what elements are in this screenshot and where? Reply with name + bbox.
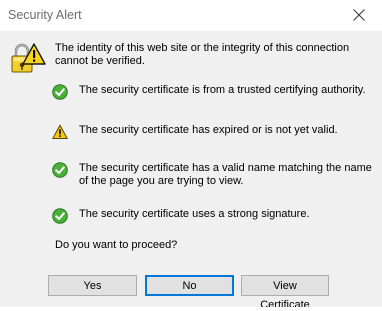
no-button[interactable]: No: [145, 275, 234, 296]
bottom-edge: [0, 307, 382, 311]
green-check-icon: [52, 162, 68, 178]
padlock-warning-icon: [11, 43, 46, 73]
check-text: The security certificate has a valid nam…: [79, 162, 372, 187]
close-button[interactable]: [336, 0, 382, 31]
window-title: Security Alert: [8, 8, 82, 22]
proceed-question: Do you want to proceed?: [55, 239, 178, 251]
green-check-icon: [52, 208, 68, 224]
header-message: The identity of this web site or the int…: [55, 42, 350, 67]
warning-triangle-icon: [52, 124, 68, 139]
yes-button[interactable]: Yes: [48, 275, 137, 296]
check-text: The security certificate has expired or …: [79, 124, 338, 136]
view-certificate-button[interactable]: View Certificate: [241, 275, 329, 311]
title-bar[interactable]: Security Alert: [0, 0, 382, 31]
security-alert-dialog: Security Alert The identity of this web …: [0, 0, 382, 311]
check-text: The security certificate uses a strong s…: [79, 208, 310, 220]
check-text: The security certificate is from a trust…: [79, 84, 366, 96]
green-check-icon: [52, 84, 68, 100]
close-icon: [353, 9, 365, 21]
